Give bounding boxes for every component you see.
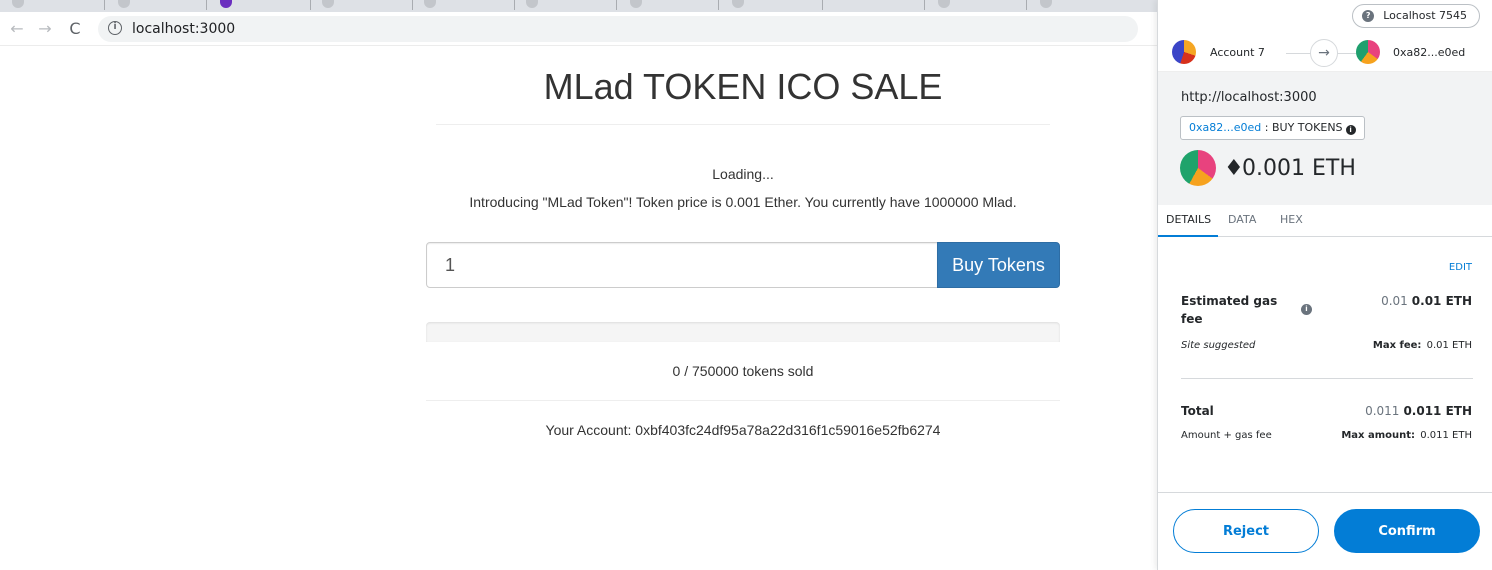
tab-favicon-icon[interactable] [630, 0, 642, 8]
method-separator: : [1261, 121, 1272, 134]
gas-fee-value: 0.01 0.01 ETH [1381, 294, 1472, 308]
forward-button[interactable]: → [34, 18, 56, 40]
gas-fee-primary: 0.01 ETH [1411, 294, 1472, 308]
tab-favicon-icon[interactable] [526, 0, 538, 8]
ethereum-icon: ♦ [1224, 156, 1244, 181]
info-icon[interactable]: i [108, 21, 122, 35]
arrow-right-icon: → [1310, 39, 1338, 67]
tab-separator [514, 0, 515, 10]
tab-separator [310, 0, 311, 10]
tab-data[interactable]: DATA [1228, 213, 1256, 226]
transaction-summary: http://localhost:3000 0xa82...e0ed : BUY… [1158, 72, 1492, 205]
max-fee: Max fee: 0.01 ETH [1373, 340, 1472, 351]
tokens-sold-text: 0 / 750000 tokens sold [672, 363, 814, 379]
origin-url: http://localhost:3000 [1181, 90, 1317, 105]
contract-address-link[interactable]: 0xa82...e0ed [1189, 121, 1261, 134]
max-amount: Max amount: 0.011 ETH [1341, 430, 1472, 441]
avatar [1356, 40, 1380, 64]
tab-favicon-icon[interactable] [12, 0, 24, 8]
tab-details[interactable]: DETAILS [1166, 213, 1211, 226]
total-secondary: 0.011 [1365, 404, 1400, 418]
total-label: Total [1181, 404, 1214, 418]
address-url[interactable]: localhost:3000 [132, 21, 235, 37]
from-account-name[interactable]: Account 7 [1210, 46, 1265, 59]
tab-separator [104, 0, 105, 10]
tab-favicon-icon[interactable] [1040, 0, 1052, 8]
reload-button[interactable]: C [64, 18, 86, 40]
site-suggested-text: Site suggested [1181, 340, 1256, 351]
question-icon: ? [1362, 10, 1375, 22]
progress-bar [426, 322, 1060, 342]
back-button[interactable]: ← [6, 18, 28, 40]
loading-text: Loading... [712, 166, 774, 182]
method-name: BUY TOKENS [1271, 121, 1343, 134]
sender-recipient: Account 7 → 0xa82...e0ed [1158, 34, 1492, 72]
network-selector[interactable]: ? Localhost 7545 [1352, 4, 1480, 28]
tab-favicon-icon[interactable] [220, 0, 232, 8]
tab-hex[interactable]: HEX [1280, 213, 1303, 226]
tab-favicon-icon[interactable] [424, 0, 436, 8]
confirm-button[interactable]: Confirm [1334, 509, 1480, 553]
divider [436, 124, 1050, 125]
page-title: MLad TOKEN ICO SALE [543, 66, 943, 107]
tab-separator [718, 0, 719, 10]
address-bar[interactable]: i localhost:3000 [98, 16, 1138, 42]
amount: 0.001 ETH [1242, 156, 1356, 181]
max-amount-label: Max amount: [1341, 430, 1416, 441]
info-icon[interactable]: i [1301, 304, 1312, 315]
details-tabs: DETAILS DATA HEX [1158, 205, 1492, 237]
reload-icon: C [69, 19, 81, 38]
avatar [1180, 150, 1216, 186]
browser-toolbar: ← → C i localhost:3000 [0, 12, 1160, 46]
tab-separator [206, 0, 207, 10]
divider [1181, 378, 1473, 379]
tab-favicon-icon[interactable] [938, 0, 950, 8]
tab-separator [924, 0, 925, 10]
active-tab-indicator [1158, 235, 1218, 237]
tab-separator [822, 0, 823, 10]
tab-separator [412, 0, 413, 10]
quantity-input[interactable] [426, 242, 938, 288]
avatar [1172, 40, 1196, 64]
total-value: 0.011 0.011 ETH [1365, 404, 1472, 418]
edit-gas-link[interactable]: EDIT [1449, 262, 1472, 273]
to-address[interactable]: 0xa82...e0ed [1393, 46, 1465, 59]
gas-fee-label: Estimated gas fee [1181, 294, 1278, 326]
buy-form: Buy Tokens [426, 242, 1060, 288]
metamask-popup: ? Localhost 7545 Account 7 → 0xa82...e0e… [1157, 0, 1492, 570]
tab-separator [616, 0, 617, 10]
method-badge: 0xa82...e0ed : BUY TOKENS i [1180, 116, 1365, 140]
tab-favicon-icon[interactable] [732, 0, 744, 8]
network-name: Localhost 7545 [1383, 9, 1467, 22]
tab-separator [1026, 0, 1027, 10]
divider [426, 400, 1060, 401]
total-subtext: Amount + gas fee [1181, 430, 1272, 441]
info-icon[interactable]: i [1345, 125, 1356, 135]
reject-button[interactable]: Reject [1173, 509, 1319, 553]
tab-favicon-icon[interactable] [118, 0, 130, 8]
max-amount-value: 0.011 ETH [1420, 430, 1472, 441]
gas-fee-secondary: 0.01 [1381, 294, 1408, 308]
browser-tab-strip [0, 0, 1160, 12]
arrow-right-icon: → [38, 19, 52, 38]
arrow-left-icon: ← [10, 19, 24, 38]
buy-tokens-button[interactable]: Buy Tokens [937, 242, 1060, 288]
intro-text: Introducing "MLad Token"! Token price is… [469, 194, 1017, 210]
tab-favicon-icon[interactable] [322, 0, 334, 8]
divider [1158, 492, 1492, 493]
max-fee-value: 0.01 ETH [1426, 340, 1472, 351]
max-fee-label: Max fee: [1372, 340, 1422, 351]
account-text: Your Account: 0xbf403fc24df95a78a22d316f… [545, 422, 941, 438]
total-primary: 0.011 ETH [1403, 404, 1472, 418]
